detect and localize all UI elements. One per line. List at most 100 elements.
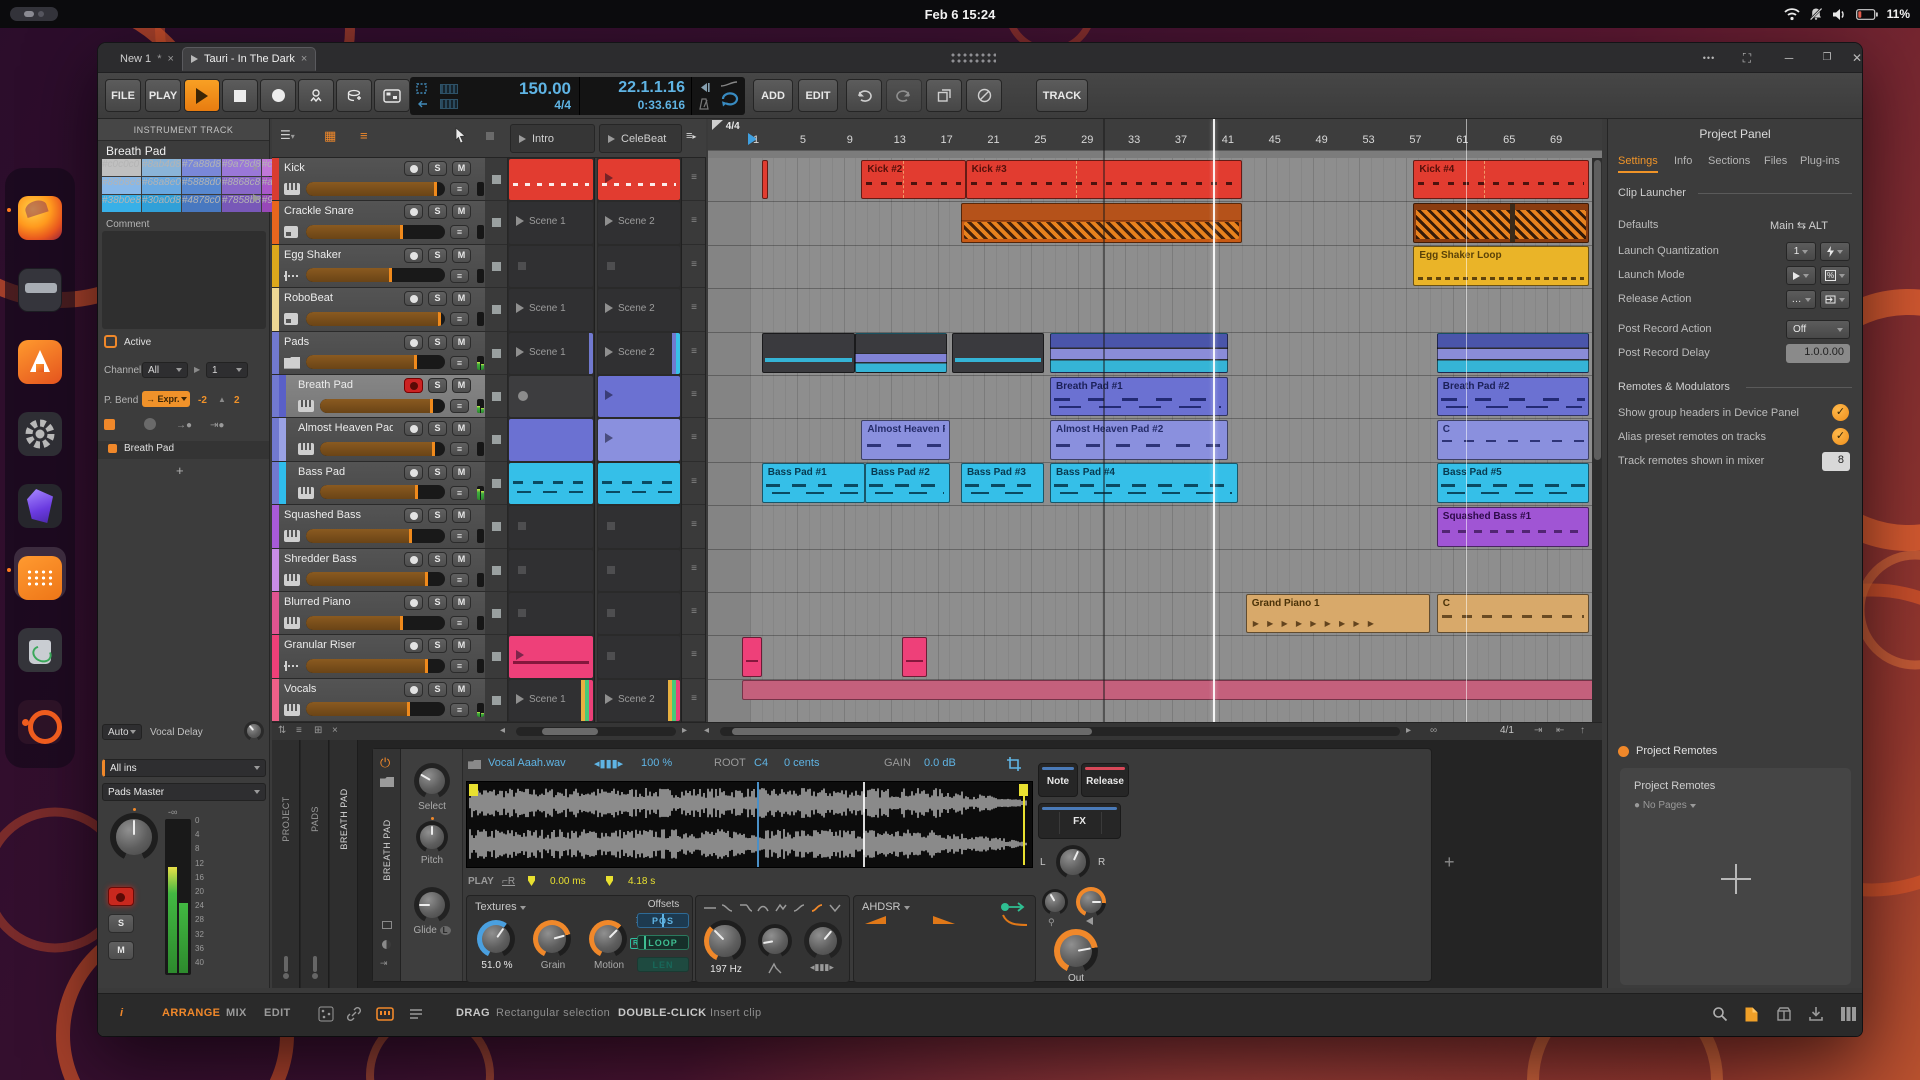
grain-knob[interactable] [533, 920, 571, 958]
track-mute-button[interactable]: M [452, 378, 471, 393]
download-icon[interactable] [1808, 1006, 1826, 1024]
marker-strip[interactable] [708, 150, 1602, 158]
launch-quantization-alt[interactable] [1820, 242, 1850, 261]
palette-swatch[interactable]: #5888d0 [182, 177, 221, 194]
palette-expand-icon[interactable] [252, 193, 261, 206]
tempo-display[interactable]: 150.00 4/4 [462, 77, 580, 115]
tempo-value[interactable]: 150.00 [519, 79, 571, 99]
auto-dropdown[interactable]: Auto [102, 724, 142, 740]
project-tab-tauri[interactable]: Tauri - In The Dark × [182, 47, 316, 71]
file-menu-button[interactable]: FILE [105, 79, 141, 112]
follow-icon[interactable]: ∞ [1430, 725, 1437, 736]
device-power-icon[interactable]: ⏻ [380, 755, 390, 771]
slot-play-icon[interactable] [516, 694, 524, 704]
track-record-button[interactable] [108, 887, 134, 906]
offset-pos-button[interactable]: POS [637, 913, 689, 928]
post-record-delay-value[interactable]: 1.0.0.00 [1786, 344, 1850, 363]
clip-slot[interactable] [598, 506, 680, 547]
track-volume-slider[interactable] [306, 355, 445, 369]
track-header-almost-heaven-pad[interactable]: Almost Heaven PadSM≡ [272, 418, 485, 461]
track-mute-button[interactable]: M [452, 335, 471, 350]
track-stop-cell[interactable] [485, 592, 508, 635]
track-solo-button[interactable]: S [428, 421, 447, 436]
record-button[interactable] [260, 79, 296, 112]
scene-menu-icon[interactable]: ≡▸ [686, 130, 696, 142]
texture-amount-knob[interactable] [477, 920, 515, 958]
play-button[interactable] [184, 79, 220, 112]
track-scene-menu[interactable]: ≡ [682, 635, 706, 678]
retrigger-icon[interactable]: →● [176, 420, 192, 431]
arranger-clip-squashed-bass-1[interactable]: Squashed Bass #1 [1437, 507, 1589, 547]
scrollbar-thumb[interactable] [732, 728, 1092, 735]
window-menu-icon[interactable]: ••• [1700, 50, 1718, 66]
system-tray[interactable]: 11% [1784, 0, 1910, 28]
motion-knob[interactable] [589, 920, 627, 958]
palette-swatch[interactable]: #8868c8 [222, 177, 261, 194]
filter-freq-knob[interactable] [704, 920, 746, 962]
arranger-clip-grand-piano-1[interactable]: Grand Piano 1 [1246, 594, 1430, 634]
clip-slot[interactable] [598, 246, 680, 287]
track-header-shredder-bass[interactable]: Shredder BassSM≡ [272, 549, 485, 592]
track-mute-button[interactable]: M [452, 204, 471, 219]
track-arm-button[interactable] [404, 508, 423, 523]
palette-swatch[interactable]: #30a0d8 [142, 195, 181, 212]
delete-button[interactable] [966, 79, 1002, 112]
inspector-track-name[interactable]: Breath Pad [106, 144, 166, 158]
track-menu-button[interactable]: ≡ [450, 659, 469, 673]
scene-play-icon[interactable] [519, 135, 526, 143]
scrollbar-thumb[interactable] [1594, 160, 1601, 460]
scene-column-celebeat[interactable]: CeleBeat [599, 124, 682, 153]
track-solo-button[interactable]: S [428, 378, 447, 393]
glide-knob[interactable] [414, 887, 450, 923]
play-mode-label[interactable]: PLAY [468, 876, 494, 887]
list-icon[interactable]: ≡ [296, 725, 302, 736]
arranger-scrollbar[interactable] [720, 727, 1400, 736]
song-time[interactable]: 0:33.616 [638, 98, 685, 112]
clip-slot[interactable] [509, 246, 593, 287]
track-stop-cell[interactable] [485, 679, 508, 722]
track-mute-button[interactable]: M [452, 552, 471, 567]
tab-info[interactable]: Info [1674, 155, 1692, 171]
maximize-icon[interactable]: ❐ [1818, 50, 1836, 66]
track-mute-button[interactable]: M [108, 941, 134, 960]
pbend-mode-chip[interactable]: → Expr. [142, 391, 190, 407]
arranger-clip-bass-pad-3[interactable]: Bass Pad #3 [961, 463, 1044, 503]
track-mute-button[interactable]: M [452, 465, 471, 480]
track-volume-slider[interactable] [320, 399, 445, 413]
arranger-clip[interactable] [1413, 203, 1589, 243]
slot-play-icon[interactable] [605, 173, 613, 183]
palette-swatch[interactable]: #7a88d8 [182, 159, 221, 176]
track-volume-slider[interactable] [306, 312, 445, 326]
track-mute-button[interactable]: M [452, 638, 471, 653]
ahdsr-title[interactable]: AHDSR [862, 901, 910, 913]
layer-name[interactable]: Breath Pad [124, 443, 174, 454]
zoom-out-icon[interactable]: ⇤ [1556, 725, 1564, 736]
waveform-display[interactable] [466, 781, 1033, 868]
overdub-button[interactable] [336, 79, 372, 112]
mix-view-button[interactable]: MIX [226, 1007, 247, 1019]
track-scene-menu[interactable]: ≡ [682, 245, 706, 288]
track-volume-slider[interactable] [306, 225, 445, 239]
track-header-granular-riser[interactable]: Granular RiserSM≡ [272, 635, 485, 678]
track-mute-button[interactable]: M [452, 291, 471, 306]
play-menu-button[interactable]: PLAY [145, 79, 181, 112]
tool-secondary-icon[interactable] [486, 132, 494, 140]
track-solo-button[interactable]: S [428, 595, 447, 610]
tab-sections[interactable]: Sections [1708, 155, 1750, 171]
track-stop-cell[interactable] [485, 201, 508, 244]
track-menu-button[interactable]: ≡ [450, 616, 469, 630]
zoom-ratio[interactable]: 4/1 [1500, 725, 1514, 736]
arranger-clip[interactable] [961, 203, 1242, 243]
env-route-icon[interactable] [1000, 902, 1026, 912]
track-solo-button[interactable]: S [428, 638, 447, 653]
chain-tab-project[interactable]: PROJECT [272, 740, 300, 988]
pbend-min[interactable]: -2 [198, 395, 207, 406]
add-remote-page-button[interactable] [1721, 864, 1751, 894]
expand-icon[interactable]: ⊞ [314, 725, 322, 736]
track-scene-menu[interactable]: ≡ [682, 549, 706, 592]
arranger-clip[interactable] [742, 637, 762, 677]
arranger-scroll-right-icon[interactable]: ▸ [1406, 725, 1411, 736]
select-knob[interactable] [414, 763, 450, 799]
slot-play-icon[interactable] [516, 347, 524, 357]
tab-settings[interactable]: Settings [1618, 155, 1658, 173]
